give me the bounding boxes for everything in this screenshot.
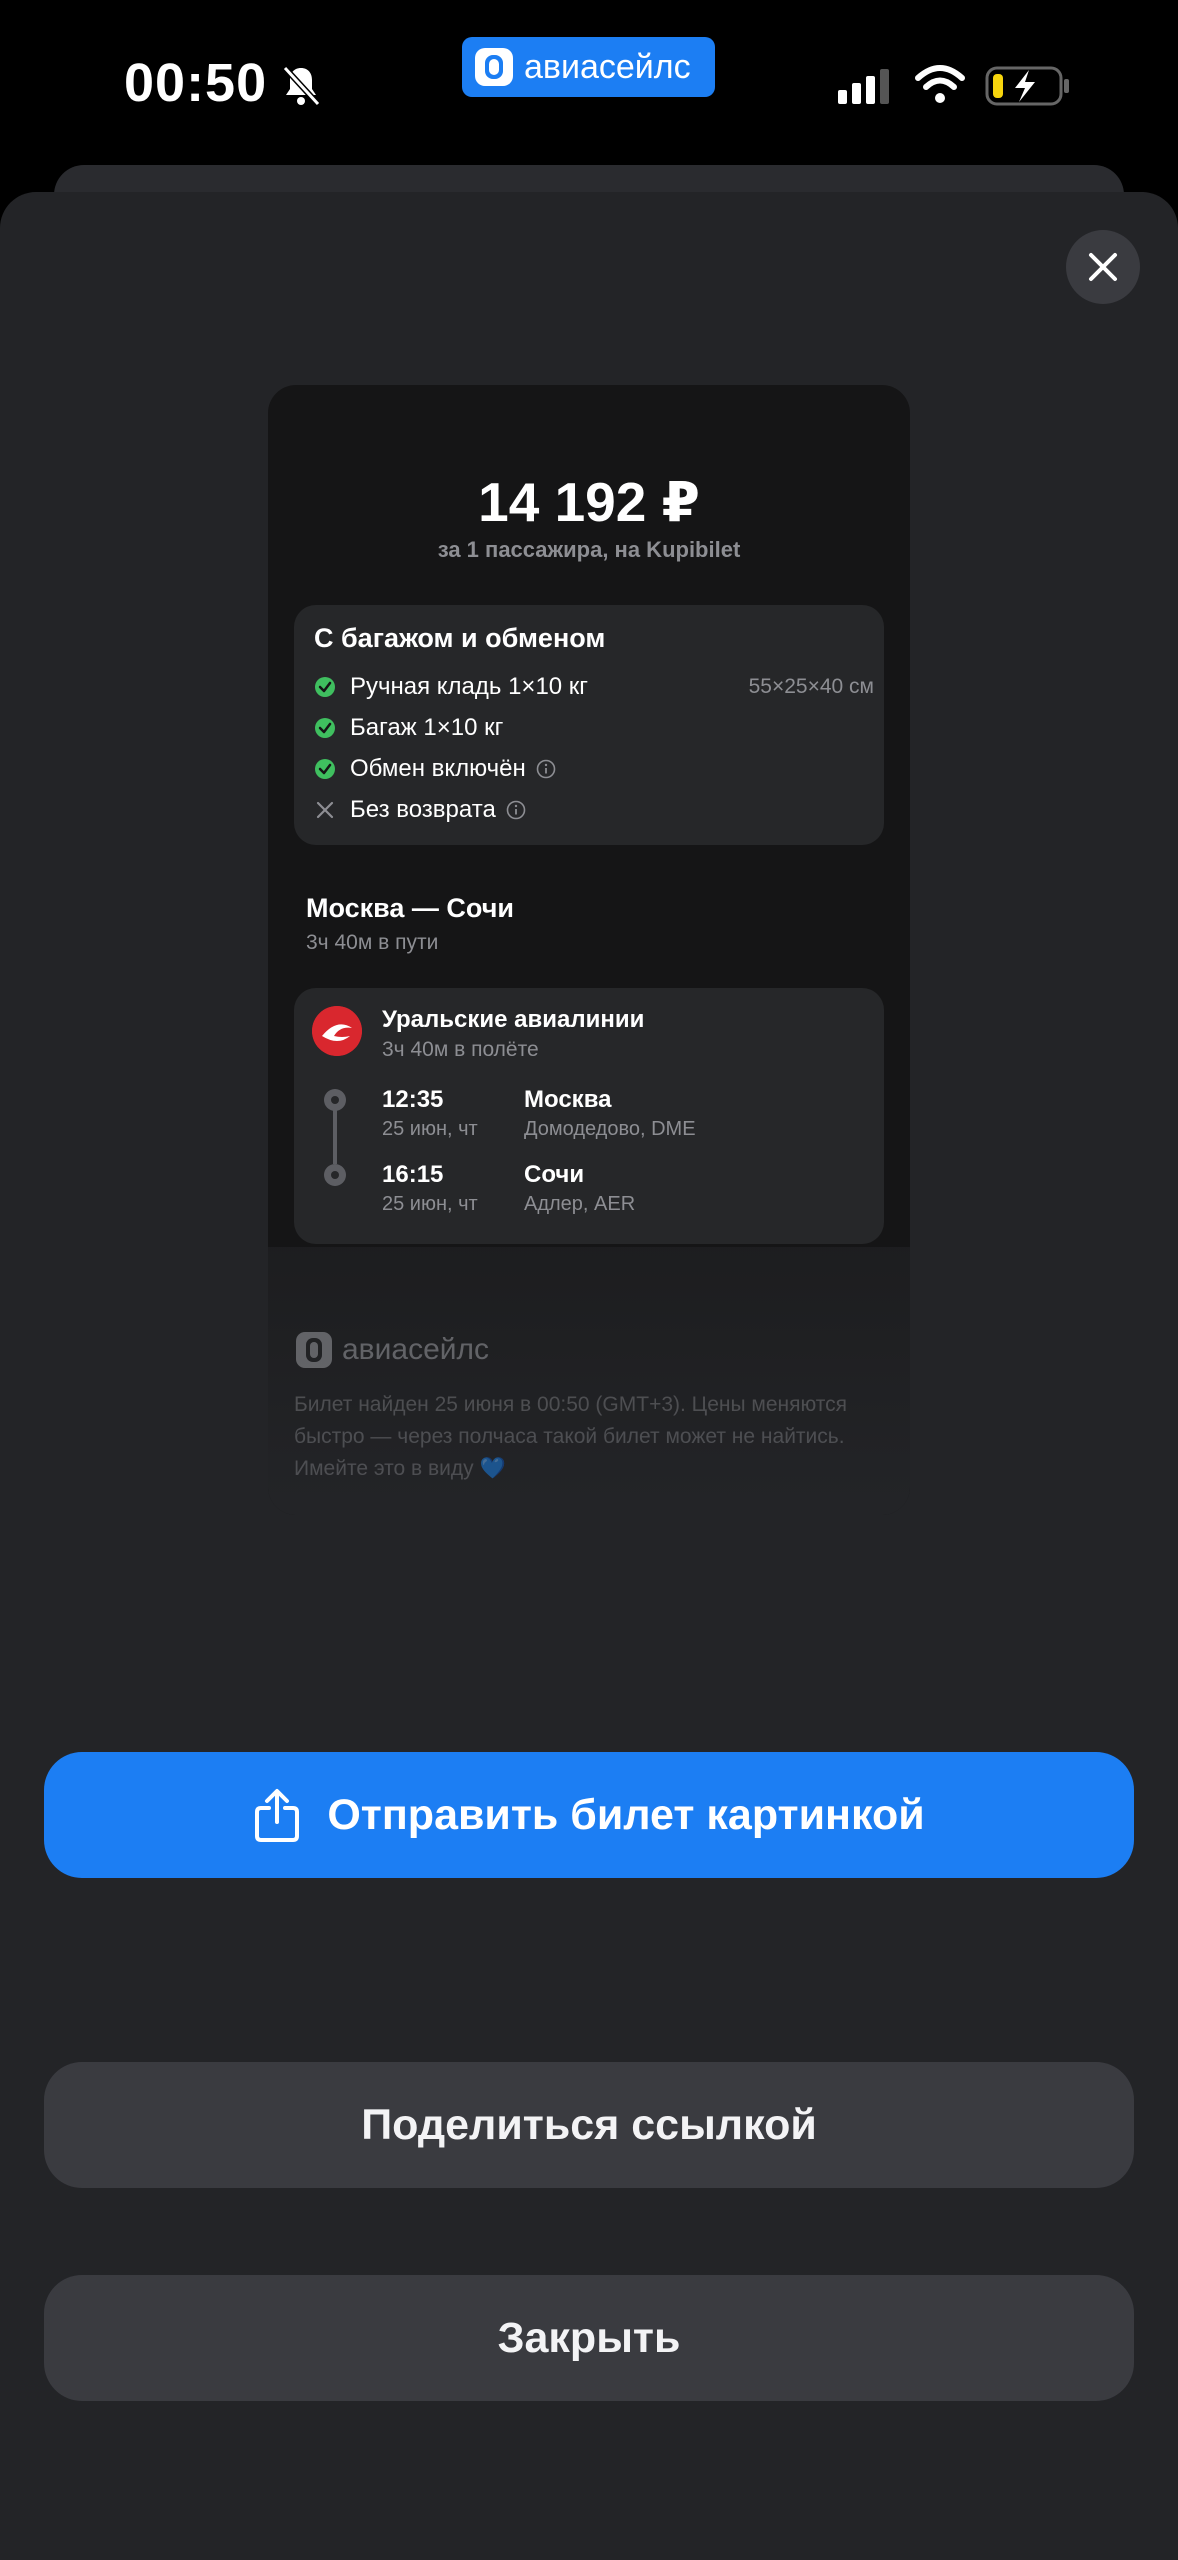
feature-item: Без возврата (314, 792, 874, 828)
status-bar: 00:50 авиасейлс (0, 0, 1178, 165)
share-icon (255, 1789, 300, 1842)
status-time: 00:50 (124, 53, 268, 113)
route-duration: 3ч 40м в пути (306, 931, 439, 954)
ticket-preview: 14 192 ₽ за 1 пассажира, на Kupibilet С … (268, 385, 910, 1515)
departure-airport: Домодедово, DME (524, 1118, 696, 1140)
tariff-box: С багажом и обменом Ручная кладь 1×10 кг… (294, 605, 884, 845)
arrival-date: 25 июн, чт (382, 1193, 478, 1215)
feature-label: Без возврата (350, 796, 496, 823)
close-icon (1089, 253, 1117, 281)
departure-date: 25 июн, чт (382, 1118, 478, 1140)
departure-time: 12:35 (382, 1086, 444, 1113)
battery-charging-icon (985, 66, 1069, 106)
arrival-city: Сочи (524, 1161, 585, 1188)
flight-duration: 3ч 40м в полёте (382, 1038, 539, 1061)
close-button[interactable]: Закрыть (44, 2275, 1134, 2401)
brand-name: авиасейлс (342, 1333, 490, 1366)
aviasales-logo-icon (475, 48, 513, 86)
arrival-time: 16:15 (382, 1161, 444, 1188)
departure-city: Москва (524, 1086, 612, 1113)
feature-label: Обмен включён (350, 755, 526, 782)
ticket-notice: Билет найден 25 июня в 00:50 (GMT+3). Це… (294, 1393, 848, 1480)
send-ticket-image-button[interactable]: Отправить билет картинкой (44, 1752, 1134, 1878)
info-icon[interactable] (536, 759, 556, 779)
info-icon[interactable] (506, 800, 526, 820)
feature-item: Обмен включён (314, 751, 874, 787)
share-link-button[interactable]: Поделиться ссылкой (44, 2062, 1134, 2188)
wifi-icon (915, 65, 965, 103)
tariff-title: С багажом и обменом (314, 623, 606, 653)
feature-label: Ручная кладь 1×10 кг (350, 673, 589, 700)
feature-detail: 55×25×40 см (748, 675, 874, 698)
check-icon (315, 759, 335, 779)
close-label: Закрыть (497, 2313, 681, 2362)
close-sheet-button[interactable] (1066, 230, 1140, 304)
arrival-dot (324, 1164, 346, 1186)
feature-item: Багаж 1×10 кг (314, 710, 874, 746)
feature-label: Багаж 1×10 кг (350, 714, 504, 741)
cellular-signal-icon (838, 69, 889, 104)
airline-logo-icon (312, 1006, 362, 1056)
timeline-line (333, 1109, 337, 1164)
check-icon (315, 677, 335, 697)
bell-muted-icon (282, 65, 321, 107)
arrival-airport: Адлер, AER (524, 1193, 636, 1215)
share-link-label: Поделиться ссылкой (361, 2100, 817, 2149)
ticket-price: 14 192 ₽ (478, 471, 700, 533)
airline-name: Уральские авиалинии (382, 1006, 645, 1033)
aviasales-logo-icon (296, 1332, 332, 1368)
feature-item: Ручная кладь 1×10 кг 55×25×40 см (314, 669, 874, 705)
ticket-brand: авиасейлс (294, 1330, 489, 1370)
flight-segment: Уральские авиалинии 3ч 40м в полёте 12:3… (294, 988, 884, 1244)
departure-dot (324, 1089, 346, 1111)
app-indicator[interactable]: авиасейлс (462, 37, 715, 97)
route-title: Москва — Сочи (306, 893, 515, 923)
send-ticket-image-label: Отправить билет картинкой (327, 1790, 925, 1839)
check-icon (315, 718, 335, 738)
price-note: за 1 пассажира, на Kupibilet (437, 537, 741, 562)
cross-icon (316, 801, 334, 819)
app-indicator-label: авиасейлс (524, 47, 691, 86)
